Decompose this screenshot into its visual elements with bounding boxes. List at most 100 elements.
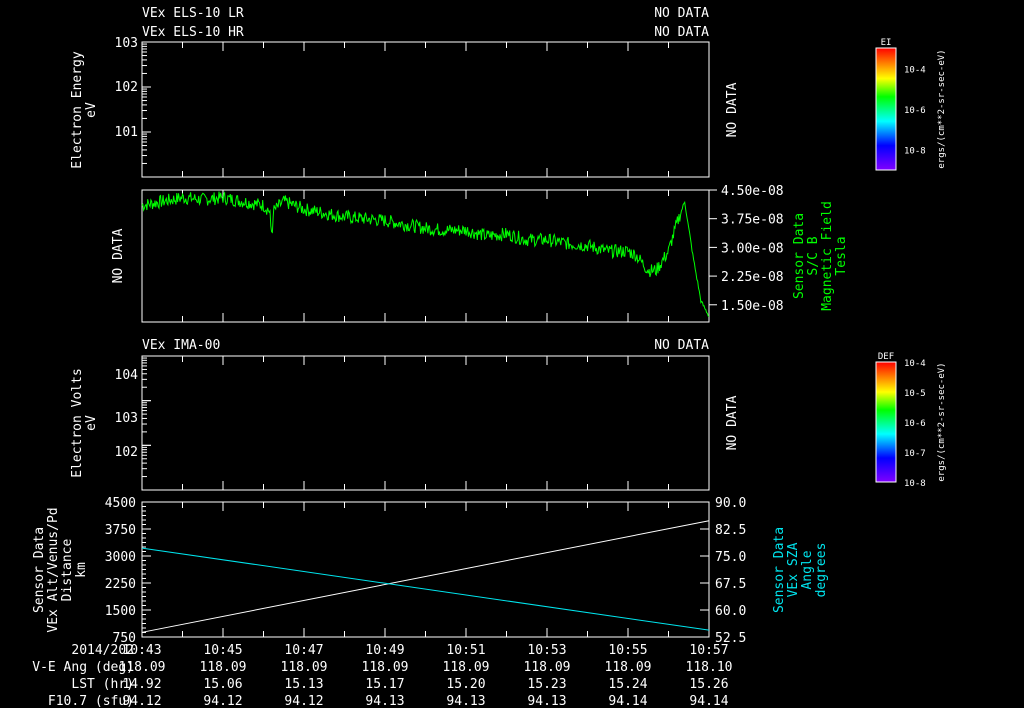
colorbar-units: ergs/(cm**2-sr-sec-eV) <box>937 362 947 481</box>
y-tick-label: 2250 <box>105 577 136 592</box>
x-f107-label: 94.14 <box>608 694 647 708</box>
sza-label: Sensor Data VEx SZA Angle degrees <box>772 527 829 613</box>
els-hr-title: VEx ELS-10 HR <box>142 25 244 40</box>
axis-label-line: Distance <box>60 539 75 602</box>
axis-label-line: degrees <box>814 543 829 598</box>
sza-series <box>141 547 710 631</box>
axis-label-line: ergs/(cm**2-sr-sec-eV) <box>937 49 947 168</box>
x-ve_ang-label: 118.09 <box>443 660 490 675</box>
colorbar-tick-label: 10-7 <box>904 449 926 459</box>
colorbar-tick-label: 10-6 <box>904 106 926 116</box>
x-ve_ang-label: 118.10 <box>686 660 733 675</box>
colorbar-title: DEF <box>878 352 894 362</box>
panel-2-no-data: NO DATA <box>111 228 126 283</box>
colorbar-units: ergs/(cm**2-sr-sec-eV) <box>937 49 947 168</box>
y-tick-label: 4500 <box>105 496 136 511</box>
els-hr-status: NO DATA <box>654 25 709 40</box>
axis-label-line: NO DATA <box>725 82 740 137</box>
x-times-label: 10:53 <box>527 643 566 658</box>
x-f107-label: 94.12 <box>122 694 161 708</box>
y-tick-label: 4.50e-08 <box>721 184 784 199</box>
y-tick-label: 102 <box>115 445 138 460</box>
x-times-label: 10:43 <box>122 643 161 658</box>
colorbar-tick-label: 10-5 <box>904 389 926 399</box>
x-times-label: 10:55 <box>608 643 647 658</box>
x-lst-label: 15.23 <box>527 677 566 692</box>
x-times-label: 10:57 <box>689 643 728 658</box>
els-lr-title: VEx ELS-10 LR <box>142 6 244 21</box>
y-tick-label: 3.75e-08 <box>721 213 784 228</box>
x-ve_ang-label: 118.09 <box>362 660 409 675</box>
axis-label-line: Tesla <box>834 236 849 275</box>
x-times-label: 10:51 <box>446 643 485 658</box>
colorbar-tick-label: 10-8 <box>904 479 926 489</box>
colorbar-tick-label: 10-6 <box>904 419 926 429</box>
y-tick-label: 1500 <box>105 604 136 619</box>
x-ve_ang-label: 118.09 <box>524 660 571 675</box>
axis-label-line: Magnetic Field <box>820 201 835 311</box>
x-lst-label: 15.17 <box>365 677 404 692</box>
axis-label-line: ergs/(cm**2-sr-sec-eV) <box>937 362 947 481</box>
x-f107-label: 94.12 <box>203 694 242 708</box>
y-tick-label: 1.50e-08 <box>721 299 784 314</box>
colorbar-title: EI <box>881 38 892 48</box>
x-ve_ang-label: 118.09 <box>605 660 652 675</box>
electron-volts-label: Electron Volts eV <box>70 368 99 478</box>
x-f107-label: 94.13 <box>446 694 485 708</box>
x-lst-label: 15.20 <box>446 677 485 692</box>
axis-label-line: Electron Volts <box>70 368 85 478</box>
y-tick-label: 101 <box>115 125 138 140</box>
axis-label-line: Electron Energy <box>70 51 85 169</box>
magnetic-field-series <box>141 191 710 317</box>
panel-4-frame <box>141 501 710 638</box>
y-tick-label: 103 <box>115 36 138 51</box>
plot-canvas: VEx ELS-10 LR VEx ELS-10 HR NO DATA NO D… <box>32 6 947 708</box>
axis-label-line: eV <box>84 102 99 118</box>
panel-3-frame <box>141 355 710 491</box>
magnetic-field-label: Sensor Data S/C B Magnetic Field Tesla <box>792 201 849 311</box>
colorbar-def <box>875 361 897 483</box>
x-lst-label: 15.13 <box>284 677 323 692</box>
colorbar-tick-label: 10-4 <box>904 359 926 369</box>
y-tick-label: 82.5 <box>715 523 746 538</box>
x-f107-label: 94.12 <box>284 694 323 708</box>
x-lst-label: 14.92 <box>122 677 161 692</box>
x-lst-label: 15.26 <box>689 677 728 692</box>
x-f107-label: 94.13 <box>365 694 404 708</box>
y-tick-label: 90.0 <box>715 496 746 511</box>
y-tick-label: 3750 <box>105 523 136 538</box>
axis-label-line: NO DATA <box>111 228 126 283</box>
y-tick-label: 102 <box>115 80 138 95</box>
x-ve_ang-label: 118.09 <box>200 660 247 675</box>
electron-energy-label: Electron Energy eV <box>70 51 99 169</box>
x-times-label: 10:45 <box>203 643 242 658</box>
axis-label-line: VEx SZA <box>786 542 801 597</box>
x-times-label: 10:49 <box>365 643 404 658</box>
axis-label-line: Sensor Data <box>792 213 807 299</box>
axis-label-line: eV <box>84 415 99 431</box>
axis-label-line: km <box>74 562 89 578</box>
panel-1-no-data: NO DATA <box>725 82 740 137</box>
ima-title: VEx IMA-00 <box>142 338 220 353</box>
panel-1-frame <box>141 41 710 178</box>
axis-label-line: Sensor Data <box>32 527 47 613</box>
x-times-label: 10:47 <box>284 643 323 658</box>
y-tick-label: 75.0 <box>715 550 746 565</box>
x-row-label: F10.7 (sfu) <box>48 694 134 708</box>
y-tick-label: 2.25e-08 <box>721 270 784 285</box>
x-f107-label: 94.14 <box>689 694 728 708</box>
y-tick-label: 3000 <box>105 550 136 565</box>
x-f107-label: 94.13 <box>527 694 566 708</box>
y-tick-label: 3.00e-08 <box>721 241 784 256</box>
colorbar-ei <box>875 47 897 171</box>
x-lst-label: 15.06 <box>203 677 242 692</box>
colorbar-tick-label: 10-4 <box>904 65 926 75</box>
colorbar-tick-label: 10-8 <box>904 147 926 157</box>
altitude-label: Sensor Data VEx Alt/Venus/Pd Distance km <box>32 507 89 632</box>
x-ve_ang-label: 118.09 <box>119 660 166 675</box>
panel-3-no-data: NO DATA <box>725 395 740 450</box>
ima-status: NO DATA <box>654 338 709 353</box>
axis-label-line: Sensor Data <box>772 527 787 613</box>
axis-label-line: S/C B <box>806 236 821 275</box>
els-lr-status: NO DATA <box>654 6 709 21</box>
